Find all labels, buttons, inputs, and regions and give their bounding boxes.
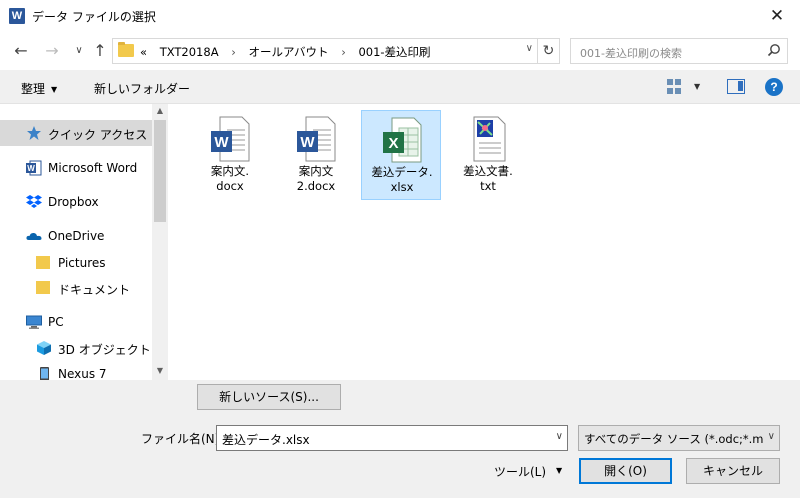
sidebar-item-label: Dropbox — [48, 195, 99, 209]
address-bar[interactable]: « TXT2018A › オールアバウト › 001-差込印刷 ∨ — [112, 38, 538, 64]
preview-pane-icon[interactable] — [727, 79, 745, 94]
svg-text:X: X — [388, 135, 398, 152]
organize-label: 整理 — [21, 82, 46, 96]
file-item[interactable]: 差込文書. txt — [448, 110, 528, 200]
file-name: 差込データ. xlsx — [371, 165, 433, 194]
breadcrumb-item[interactable]: オールアバウト — [248, 45, 328, 59]
new-source-button[interactable]: 新しいソース(S)... — [197, 384, 341, 410]
sidebar-item-label: OneDrive — [48, 229, 105, 243]
up-folder-button[interactable]: ↑ — [89, 41, 111, 61]
sidebar-item-label: PC — [48, 315, 64, 329]
recent-locations-button[interactable]: ∨ — [68, 41, 90, 61]
sidebar-item-label: Nexus 7 — [58, 367, 107, 380]
refresh-button[interactable]: ↻ — [538, 38, 560, 64]
sidebar-item-documents[interactable]: ドキュメント — [0, 275, 152, 301]
device-icon — [40, 367, 49, 380]
file-name: 案内文 2.docx — [296, 164, 336, 193]
pc-icon — [26, 315, 42, 329]
forward-button[interactable]: → — [41, 41, 63, 61]
title-bar: W データ ファイルの選択 ✕ — [0, 0, 800, 32]
svg-text:W: W — [300, 134, 315, 151]
filename-value: 差込データ.xlsx — [222, 433, 310, 447]
folder-icon — [36, 256, 50, 269]
word-app-icon: W — [9, 8, 25, 24]
word-icon: W — [26, 160, 42, 176]
sidebar-item-3d-objects[interactable]: 3D オブジェクト — [0, 335, 152, 361]
file-type-filter-value: すべてのデータ ソース (*.odc;*.mdb — [584, 432, 764, 446]
sidebar-item-quick-access[interactable]: クイック アクセス — [0, 120, 152, 146]
file-name: 差込文書. txt — [463, 164, 513, 193]
text-document-icon — [473, 116, 506, 162]
search-input[interactable]: 001-差込印刷の検索 — [570, 38, 788, 64]
svg-text:W: W — [27, 164, 35, 173]
help-icon[interactable]: ? — [765, 78, 783, 96]
breadcrumb-item[interactable]: TXT2018A — [160, 45, 219, 59]
word-document-icon: W — [211, 116, 250, 162]
cancel-button[interactable]: キャンセル — [686, 458, 780, 484]
sidebar-item-label: 3D オブジェクト — [58, 343, 151, 357]
dropbox-icon — [26, 195, 42, 208]
file-type-filter-select[interactable]: すべてのデータ ソース (*.odc;*.mdb ∨ — [578, 425, 780, 451]
word-document-icon: W — [297, 116, 336, 162]
sidebar-item-label: Pictures — [58, 256, 106, 270]
sidebar-item-pc[interactable]: PC — [0, 309, 152, 335]
file-list-area[interactable]: W 案内文. docx W 案内文 2.docx X 差込データ. xlsx 差… — [168, 104, 800, 380]
sidebar-item-onedrive[interactable]: OneDrive — [0, 223, 152, 249]
new-folder-button[interactable]: 新しいフォルダー — [94, 80, 190, 97]
sidebar-item-label: Microsoft Word — [48, 161, 138, 175]
close-button[interactable]: ✕ — [754, 0, 800, 32]
sidebar-item-label: ドキュメント — [58, 283, 131, 297]
star-icon — [27, 126, 41, 140]
breadcrumb-separator[interactable]: › — [341, 45, 346, 59]
scroll-up-arrow-icon[interactable]: ▲ — [152, 106, 168, 115]
file-item[interactable]: W 案内文. docx — [190, 110, 270, 200]
organize-button[interactable]: 整理 ▼ — [21, 80, 57, 97]
excel-workbook-icon: X — [383, 117, 422, 163]
address-dropdown-button[interactable]: ∨ — [526, 43, 533, 54]
filename-field[interactable]: 差込データ.xlsx ∨ — [216, 425, 568, 451]
onedrive-icon — [26, 232, 42, 240]
chevron-down-icon[interactable]: ∨ — [768, 431, 775, 442]
svg-text:W: W — [214, 134, 229, 151]
scroll-thumb[interactable] — [154, 120, 166, 222]
breadcrumb: « TXT2018A › オールアバウト › 001-差込印刷 — [140, 44, 431, 60]
view-options-chevron-icon[interactable]: ▼ — [694, 82, 700, 91]
navigation-scrollbar[interactable]: ▲ ▼ — [152, 104, 168, 380]
dialog-footer: 新しいソース(S)... ファイル名(N): 差込データ.xlsx ∨ すべての… — [0, 380, 800, 498]
back-button[interactable]: ← — [10, 41, 32, 61]
scroll-down-arrow-icon[interactable]: ▼ — [152, 366, 168, 375]
sidebar-item-microsoft-word[interactable]: W Microsoft Word — [0, 155, 152, 181]
search-icon[interactable] — [767, 43, 781, 57]
folder-icon — [36, 281, 50, 294]
file-name: 案内文. docx — [210, 164, 250, 193]
sidebar-item-label: クイック アクセス — [48, 128, 148, 142]
breadcrumb-overflow[interactable]: « — [140, 45, 147, 59]
window-title: データ ファイルの選択 — [32, 10, 156, 24]
navigation-bar: ← → ∨ ↑ « TXT2018A › オールアバウト › 001-差込印刷 … — [0, 32, 800, 70]
change-view-icon[interactable] — [667, 79, 683, 94]
filename-label: ファイル名(N): — [141, 432, 224, 446]
folder-icon — [118, 42, 134, 57]
3d-objects-icon — [37, 341, 51, 355]
sidebar-item-pictures[interactable]: Pictures — [0, 250, 152, 276]
sidebar-item-nexus-7[interactable]: Nexus 7 — [0, 361, 152, 380]
open-button[interactable]: 開く(O) — [579, 458, 672, 484]
file-item-selected[interactable]: X 差込データ. xlsx — [361, 110, 441, 200]
file-item[interactable]: W 案内文 2.docx — [276, 110, 356, 200]
command-toolbar: 整理 ▼ 新しいフォルダー ▼ ? — [0, 70, 800, 104]
tools-menu-button[interactable]: ツール(L) — [494, 463, 546, 480]
tools-chevron-down-icon[interactable]: ▼ — [556, 466, 562, 475]
breadcrumb-item[interactable]: 001-差込印刷 — [358, 45, 430, 59]
navigation-pane: クイック アクセス W Microsoft Word Dropbox OneDr… — [0, 104, 168, 380]
chevron-down-icon: ▼ — [51, 85, 58, 94]
sidebar-item-dropbox[interactable]: Dropbox — [0, 189, 152, 215]
search-placeholder: 001-差込印刷の検索 — [580, 47, 682, 60]
breadcrumb-separator[interactable]: › — [231, 45, 236, 59]
chevron-down-icon[interactable]: ∨ — [556, 431, 563, 442]
